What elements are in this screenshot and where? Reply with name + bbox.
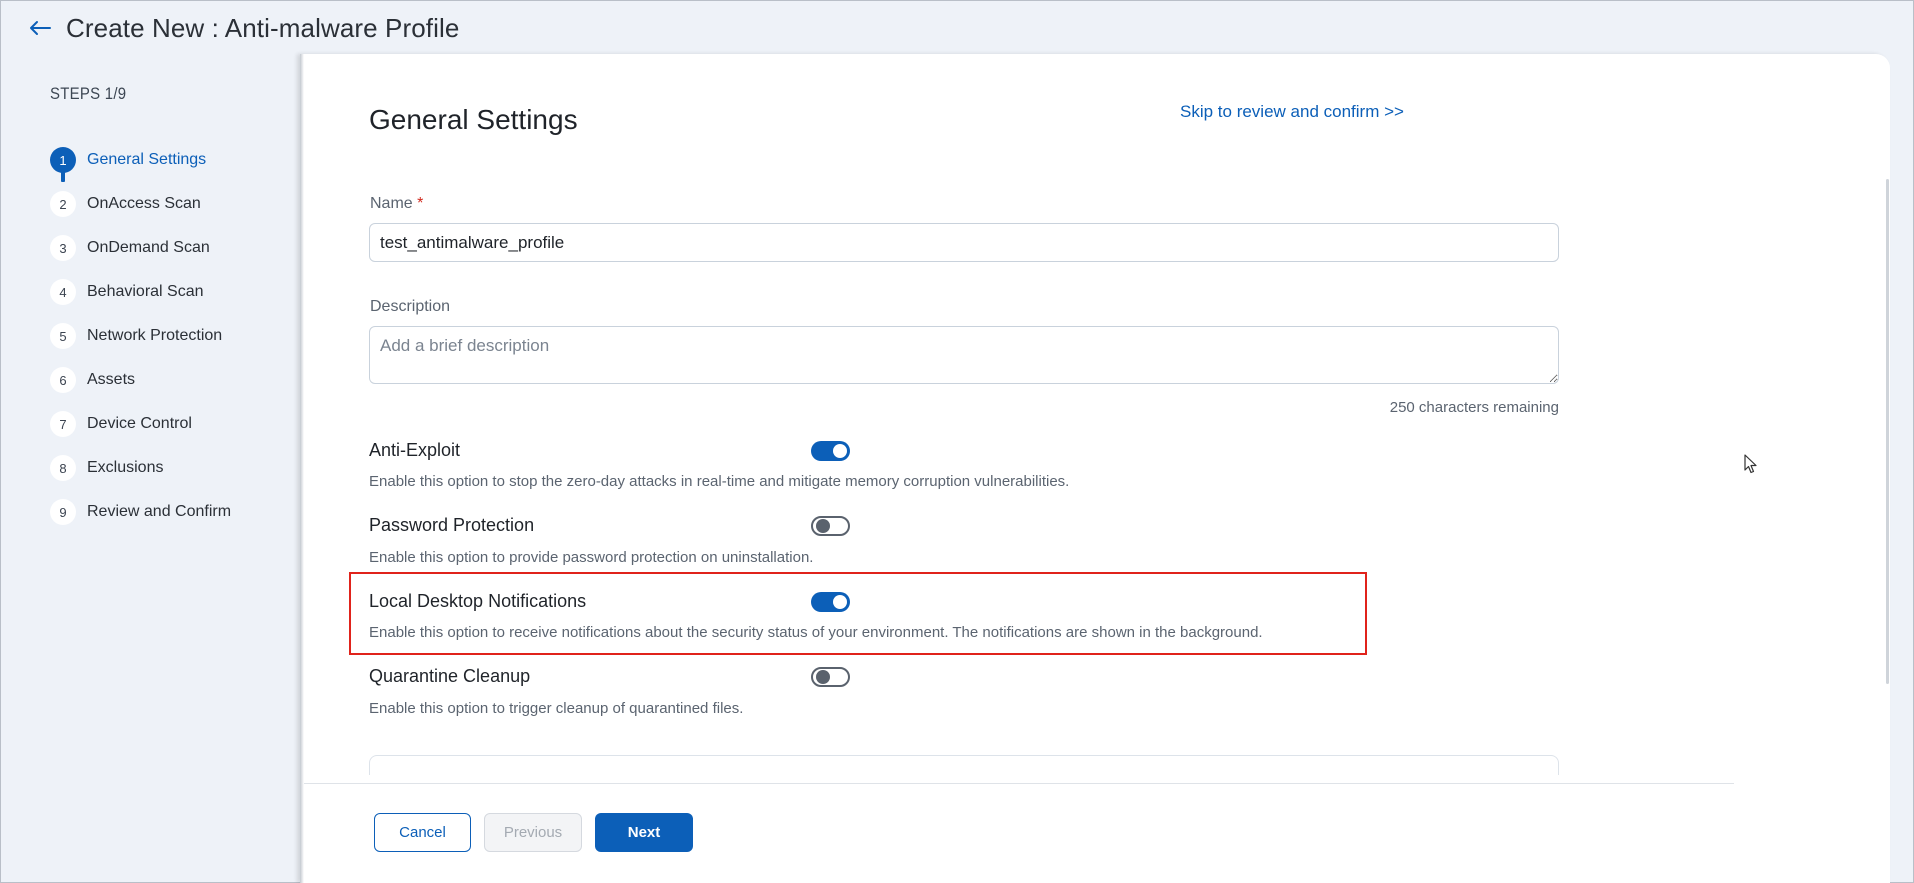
step-number: 8 <box>50 455 76 481</box>
anti-exploit-description: Enable this option to stop the zero-day … <box>369 473 1070 490</box>
password-protection-description: Enable this option to provide password p… <box>369 549 814 566</box>
step-label: General Settings <box>87 151 207 168</box>
step-label: Exclusions <box>87 459 164 476</box>
toggle-knob <box>833 444 847 458</box>
name-label: Name * <box>370 195 423 213</box>
step-label: Network Protection <box>87 327 223 344</box>
step-label: Review and Confirm <box>87 503 232 520</box>
footer-divider <box>304 783 1734 784</box>
quarantine-cleanup-description: Enable this option to trigger cleanup of… <box>369 700 744 717</box>
step-exclusions[interactable]: 8 Exclusions <box>50 446 231 490</box>
step-behavioral-scan[interactable]: 4 Behavioral Scan <box>50 270 231 314</box>
step-number: 4 <box>50 279 76 305</box>
step-number: 9 <box>50 499 76 525</box>
arrow-left-icon[interactable] <box>28 18 54 38</box>
step-number: 2 <box>50 191 76 217</box>
step-onaccess-scan[interactable]: 2 OnAccess Scan <box>50 182 231 226</box>
page-header: Create New : Anti-malware Profile <box>28 12 459 44</box>
description-label: Description <box>370 298 451 315</box>
skip-to-review-link[interactable]: Skip to review and confirm >> <box>1180 102 1404 122</box>
step-number: 7 <box>50 411 76 437</box>
form-card: General Settings Skip to review and conf… <box>300 54 1890 883</box>
steps-nav: 1 General Settings 2 OnAccess Scan 3 OnD… <box>50 138 231 534</box>
step-ondemand-scan[interactable]: 3 OnDemand Scan <box>50 226 231 270</box>
next-field-partial <box>369 755 1559 775</box>
cancel-button[interactable]: Cancel <box>374 813 471 852</box>
step-number: 5 <box>50 323 76 349</box>
local-desktop-notifications-title: Local Desktop Notifications <box>369 591 587 611</box>
local-desktop-notifications-toggle[interactable] <box>811 592 850 612</box>
step-label: OnDemand Scan <box>87 239 210 256</box>
step-number: 3 <box>50 235 76 261</box>
required-marker: * <box>417 195 424 212</box>
quarantine-cleanup-toggle[interactable] <box>811 667 850 687</box>
step-number: 1 <box>50 147 76 173</box>
anti-exploit-title: Anti-Exploit <box>369 440 461 460</box>
next-button[interactable]: Next <box>595 813 693 852</box>
step-label: OnAccess Scan <box>87 195 201 212</box>
toggle-knob <box>816 670 830 684</box>
step-assets[interactable]: 6 Assets <box>50 358 231 402</box>
section-title: General Settings <box>369 104 578 135</box>
step-device-control[interactable]: 7 Device Control <box>50 402 231 446</box>
previous-button: Previous <box>484 813 582 852</box>
char-counter: 250 characters remaining <box>1389 399 1559 416</box>
mouse-pointer-icon <box>1744 454 1758 479</box>
local-desktop-notifications-description: Enable this option to receive notificati… <box>369 624 1263 641</box>
highlight-box <box>349 572 1367 655</box>
step-label: Assets <box>87 371 136 388</box>
step-label: Device Control <box>87 415 192 432</box>
name-label-text: Name <box>370 195 413 212</box>
name-input[interactable] <box>369 223 1559 262</box>
password-protection-title: Password Protection <box>369 515 535 535</box>
card-shadow-edge <box>300 54 304 883</box>
quarantine-cleanup-title: Quarantine Cleanup <box>369 666 531 686</box>
page-title: Create New : Anti-malware Profile <box>66 12 460 43</box>
step-review-and-confirm[interactable]: 9 Review and Confirm <box>50 490 231 534</box>
step-network-protection[interactable]: 5 Network Protection <box>50 314 231 358</box>
step-label: Behavioral Scan <box>87 283 204 300</box>
steps-progress-label: STEPS 1/9 <box>50 84 127 103</box>
scrollbar[interactable] <box>1886 179 1889 684</box>
toggle-knob <box>816 519 830 533</box>
toggle-knob <box>833 595 847 609</box>
anti-exploit-toggle[interactable] <box>811 441 850 461</box>
step-general-settings[interactable]: 1 General Settings <box>50 138 231 182</box>
password-protection-toggle[interactable] <box>811 516 850 536</box>
description-textarea[interactable] <box>369 326 1559 384</box>
step-number: 6 <box>50 367 76 393</box>
